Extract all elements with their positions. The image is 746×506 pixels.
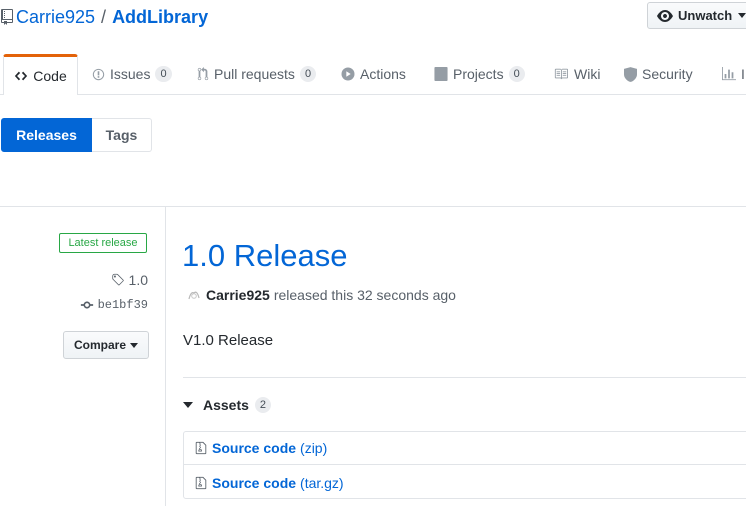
graph-icon: [722, 67, 736, 81]
tab-wiki[interactable]: Wiki: [553, 54, 600, 94]
repo-icon: [1, 9, 13, 25]
pull-requests-counter: 0: [299, 66, 317, 82]
tab-pull-requests[interactable]: Pull requests 0: [197, 54, 317, 94]
release-author-line: Carrie925 released this 32 seconds ago: [186, 286, 456, 304]
shield-icon: [624, 66, 637, 82]
tab-code[interactable]: Code: [3, 54, 78, 95]
eye-icon: [657, 8, 673, 24]
asset-item[interactable]: Source code (zip): [184, 432, 746, 465]
release-commit[interactable]: be1bf39: [80, 298, 148, 312]
assets-list: Source code (zip) Source code (tar.gz): [183, 431, 746, 499]
file-zip-icon: [195, 476, 207, 490]
compare-button[interactable]: Compare: [63, 331, 149, 359]
release-title-link[interactable]: 1.0 Release: [182, 236, 347, 276]
tags-button[interactable]: Tags: [92, 118, 152, 152]
release-time-text: released this 32 seconds ago: [273, 287, 456, 303]
repo-owner-link[interactable]: Carrie925: [16, 7, 95, 28]
tab-projects-label: Projects: [453, 66, 504, 82]
asset-name: Source code: [212, 474, 297, 491]
unwatch-button[interactable]: Unwatch: [647, 2, 746, 29]
tab-insights-label: I: [741, 66, 745, 82]
release-notes: V1.0 Release: [183, 332, 274, 349]
assets-toggle[interactable]: Assets 2: [183, 396, 272, 414]
release-tag[interactable]: 1.0: [111, 272, 148, 288]
release-tag-label: 1.0: [128, 272, 148, 288]
tab-wiki-label: Wiki: [574, 66, 601, 82]
project-icon: [434, 67, 448, 81]
unwatch-label: Unwatch: [678, 8, 733, 23]
repo-title: Carrie925 / AddLibrary: [0, 5, 208, 29]
tag-icon: [111, 273, 125, 287]
compare-label: Compare: [73, 338, 126, 352]
issue-icon: [92, 68, 105, 81]
commit-icon: [80, 298, 94, 312]
play-icon: [341, 67, 355, 81]
repo-separator: /: [101, 6, 107, 27]
tab-issues[interactable]: Issues 0: [92, 54, 172, 94]
tab-security-label: Security: [642, 66, 693, 82]
tab-insights[interactable]: I: [722, 54, 745, 94]
projects-counter: 0: [508, 66, 525, 82]
chevron-down-icon: [738, 13, 746, 18]
book-icon: [553, 67, 569, 81]
tab-issues-label: Issues: [110, 66, 151, 82]
code-icon: [14, 69, 28, 83]
chevron-down-icon: [130, 342, 138, 348]
assets-divider: [183, 377, 746, 378]
pull-request-icon: [197, 67, 209, 81]
tab-code-label: Code: [33, 68, 67, 84]
issues-counter: 0: [155, 66, 172, 82]
asset-name: Source code: [212, 440, 297, 456]
assets-counter: 2: [254, 397, 272, 413]
assets-heading: Assets: [203, 397, 249, 413]
release-commit-hash: be1bf39: [97, 298, 148, 312]
avatar[interactable]: [186, 287, 202, 303]
asset-item[interactable]: Source code (tar.gz): [184, 466, 746, 499]
latest-release-badge: Latest release: [59, 233, 147, 253]
tab-actions[interactable]: Actions: [341, 54, 406, 94]
releases-button[interactable]: Releases: [1, 118, 92, 152]
repo-name-link[interactable]: AddLibrary: [112, 7, 208, 28]
tab-actions-label: Actions: [360, 66, 406, 82]
file-zip-icon: [195, 441, 207, 455]
tab-projects[interactable]: Projects 0: [434, 54, 525, 94]
releases-tags-toggle: Releases Tags: [1, 118, 152, 152]
asset-extension: (tar.gz): [300, 474, 344, 491]
tab-pull-requests-label: Pull requests: [214, 66, 295, 82]
triangle-down-icon: [183, 402, 193, 408]
tab-security[interactable]: Security: [624, 54, 693, 94]
asset-extension: (zip): [300, 440, 328, 456]
repo-tabs: Code Issues 0 Pull requests 0 Actions Pr…: [0, 54, 746, 95]
release-author-link[interactable]: Carrie925: [206, 287, 270, 303]
